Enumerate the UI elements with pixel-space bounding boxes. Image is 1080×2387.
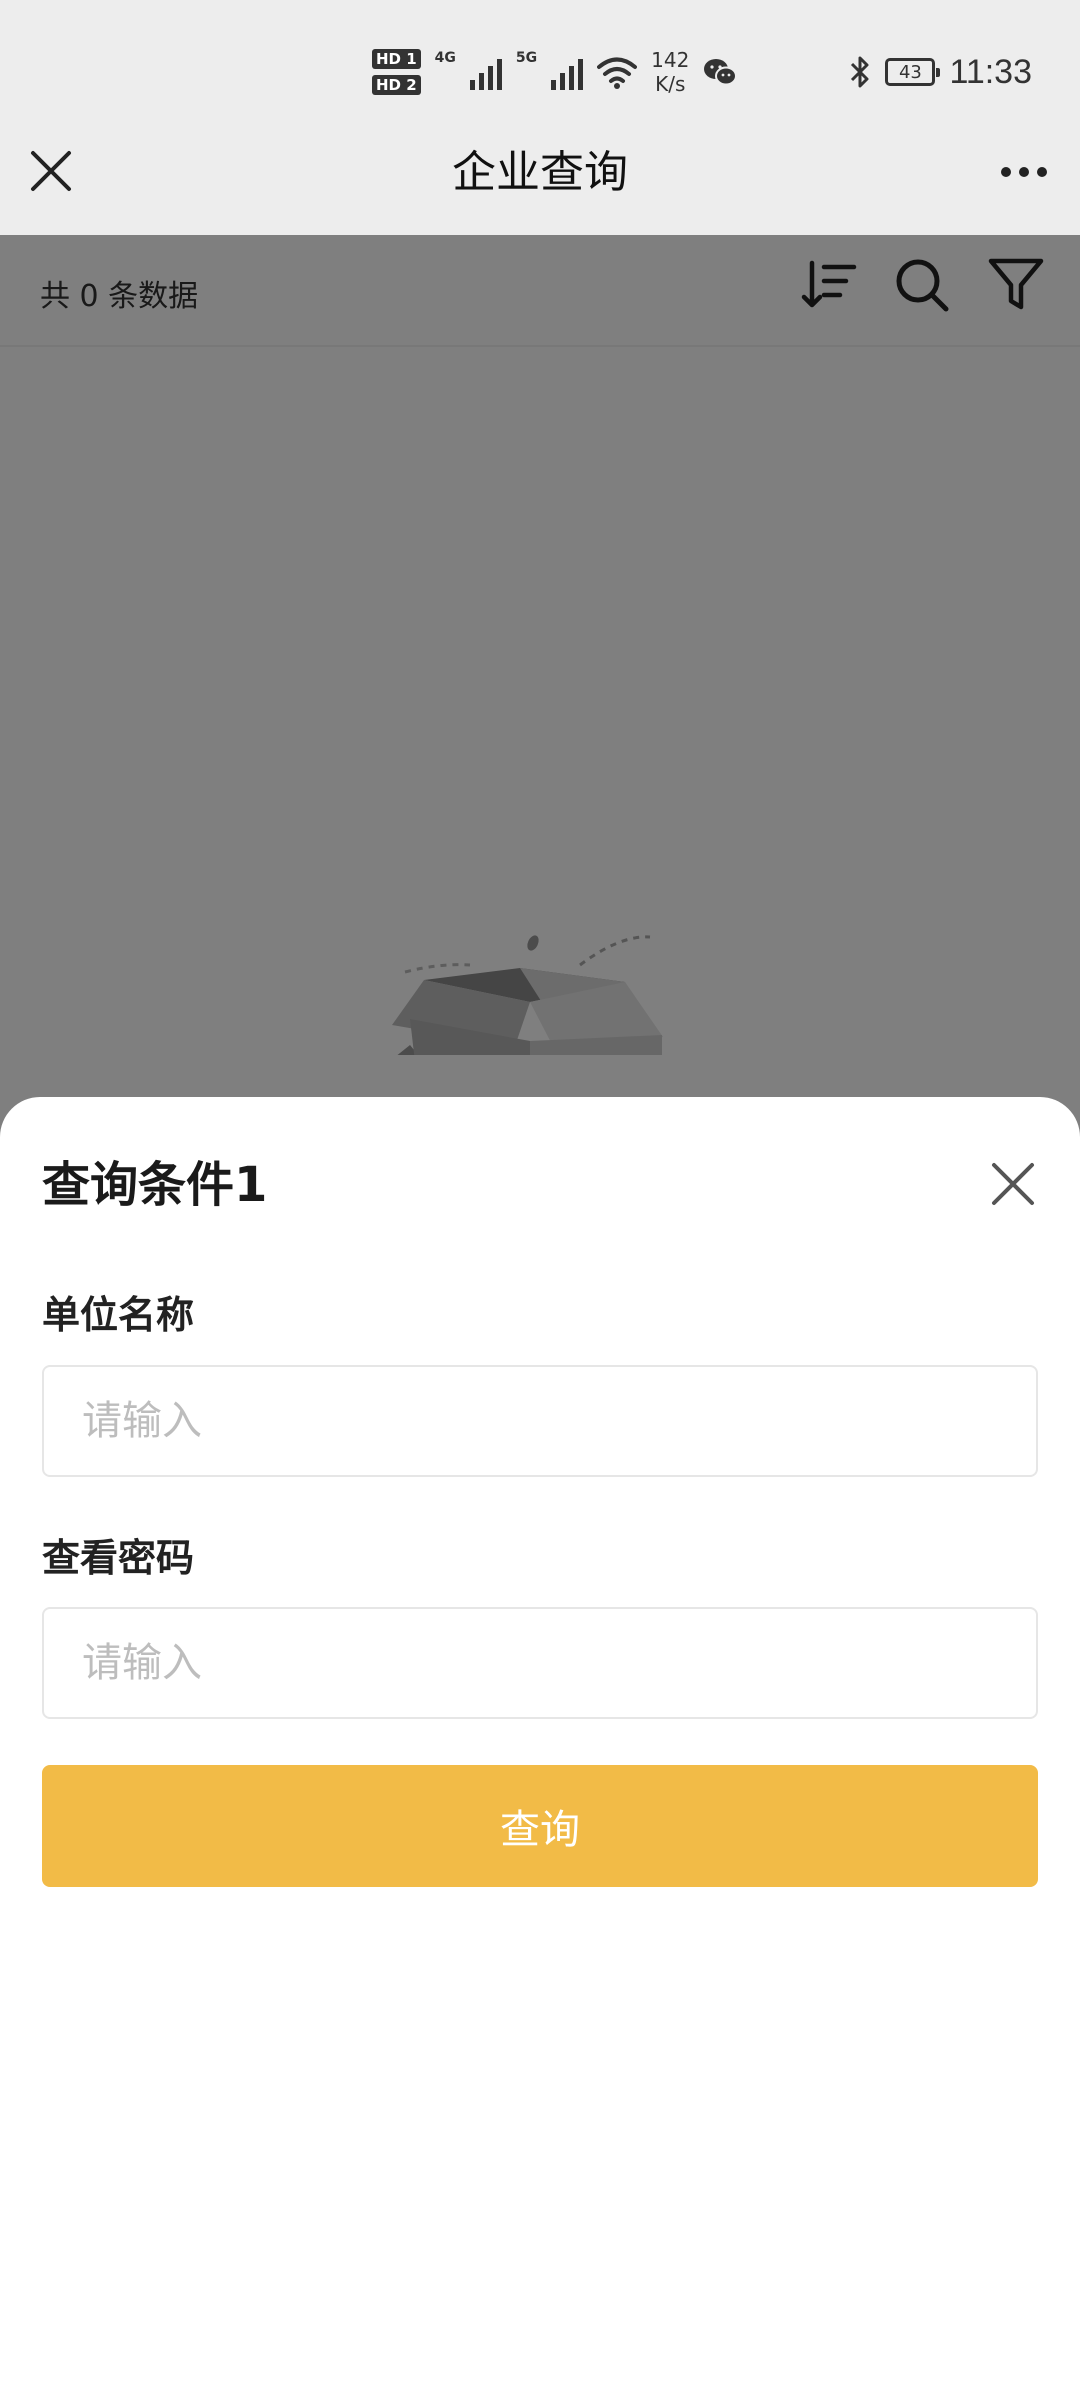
close-icon[interactable] xyxy=(990,1161,1036,1207)
speed-unit: K/s xyxy=(655,72,686,96)
signal-icon xyxy=(551,54,584,90)
clock: 11:33 xyxy=(949,52,1032,91)
sim-badges: HD 1 HD 2 xyxy=(372,49,421,95)
battery-level: 43 xyxy=(898,61,922,83)
battery-icon: 43 xyxy=(885,58,941,86)
status-icons-left: HD 1 HD 2 4G 5G 142 K/s xyxy=(372,44,738,100)
wechat-icon xyxy=(704,59,738,86)
bluetooth-icon xyxy=(851,56,869,88)
field-label-company-name: 单位名称 xyxy=(42,1293,195,1337)
status-bar: HD 1 HD 2 4G 5G 142 K/s 43 11:33 xyxy=(0,0,1080,140)
more-icon[interactable] xyxy=(996,150,1052,194)
sheet-title: 查询条件1 xyxy=(42,1157,268,1213)
network-label-5g: 5G xyxy=(515,50,538,66)
sim-badge-2: HD 2 xyxy=(372,75,421,95)
page-title: 企业查询 xyxy=(452,147,628,198)
network-speed: 142 K/s xyxy=(651,48,689,96)
status-icons-right: 43 11:33 xyxy=(849,44,1032,100)
signal-icon xyxy=(469,54,502,90)
view-password-input[interactable] xyxy=(42,1607,1038,1719)
sim-badge-1: HD 1 xyxy=(372,49,421,69)
company-name-input[interactable] xyxy=(42,1365,1038,1477)
query-sheet: 查询条件1 单位名称 查看密码 查询 xyxy=(0,1097,1080,2387)
query-button[interactable]: 查询 xyxy=(42,1765,1038,1887)
wifi-icon xyxy=(597,57,638,89)
network-label-4g: 4G xyxy=(434,50,456,66)
speed-value: 142 xyxy=(651,48,690,72)
field-label-view-password: 查看密码 xyxy=(42,1536,195,1580)
